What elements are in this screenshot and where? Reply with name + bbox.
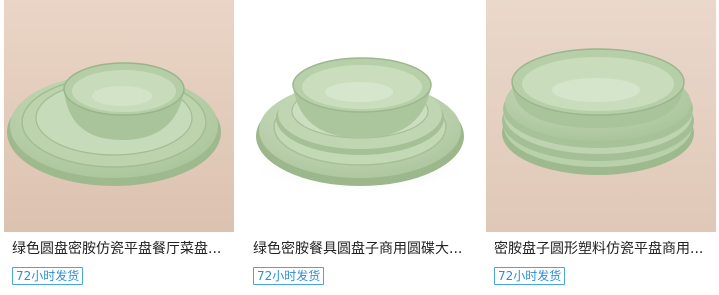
product-title[interactable]: 绿色密胺餐具圆盘子商用圆碟大... xyxy=(253,240,469,258)
shipping-badge: 72小时发货 xyxy=(494,267,566,285)
product-card[interactable]: 密胺盘子圆形塑料仿瓷平盘商用... 72小时发货 xyxy=(486,0,716,295)
product-image[interactable] xyxy=(4,0,234,232)
product-image[interactable] xyxy=(486,0,716,232)
product-card[interactable]: 绿色圆盘密胺仿瓷平盘餐厅菜盘... 72小时发货 xyxy=(4,0,234,295)
shipping-badge: 72小时发货 xyxy=(12,267,84,285)
product-title[interactable]: 密胺盘子圆形塑料仿瓷平盘商用... xyxy=(494,240,710,258)
product-title[interactable]: 绿色圆盘密胺仿瓷平盘餐厅菜盘... xyxy=(12,240,228,258)
product-card[interactable]: 绿色密胺餐具圆盘子商用圆碟大... 72小时发货 xyxy=(245,0,475,295)
product-image[interactable] xyxy=(245,0,475,232)
shipping-badge: 72小时发货 xyxy=(253,267,325,285)
product-grid: 绿色圆盘密胺仿瓷平盘餐厅菜盘... 72小时发货 绿色密胺餐具圆盘子商用圆碟大.… xyxy=(0,0,719,295)
